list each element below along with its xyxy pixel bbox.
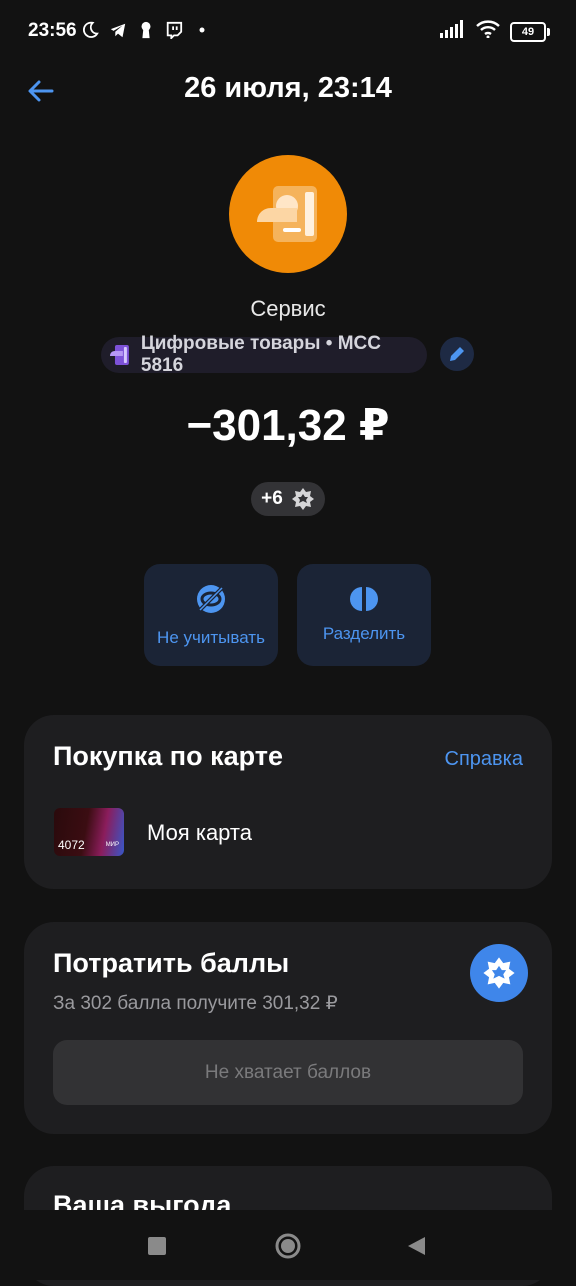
badge-star-icon [483, 957, 515, 989]
exclude-button[interactable]: Не учитывать [144, 564, 278, 666]
digital-goods-icon [257, 186, 317, 242]
exclude-label: Не учитывать [157, 628, 265, 647]
twitch-icon [164, 20, 184, 40]
card-name[interactable]: Моя карта [147, 820, 252, 846]
wifi-icon [476, 20, 500, 43]
split-icon [350, 587, 378, 611]
badge-star-icon [291, 488, 314, 510]
category-label: Цифровые товары • MCC 5816 [140, 333, 381, 376]
status-icons-right: 49 [440, 20, 550, 43]
status-bar: 23:56 49 [0, 0, 576, 64]
spend-points-subtitle: За 302 балла получите 301,32 ₽ [53, 993, 338, 1014]
split-button[interactable]: Разделить [297, 564, 431, 666]
card-number: 4072 [58, 838, 85, 852]
back-nav-icon[interactable] [405, 1235, 427, 1257]
edit-category-button[interactable] [440, 337, 474, 371]
bonus-value: +6 [261, 488, 283, 509]
dot-icon [192, 20, 212, 40]
merchant-avatar [229, 155, 347, 273]
not-enough-points-button[interactable]: Не хватает баллов [53, 1040, 523, 1105]
card-brand: МИР [105, 842, 119, 848]
telegram-icon [108, 20, 128, 40]
home-icon[interactable] [275, 1233, 301, 1259]
recents-icon[interactable] [148, 1237, 166, 1255]
bank-card-thumbnail[interactable]: 4072 МИР [54, 808, 124, 856]
split-label: Разделить [322, 624, 406, 643]
points-badge [470, 944, 528, 1002]
merchant-name: Сервис [250, 296, 326, 321]
system-nav-bar [0, 1210, 576, 1280]
digital-goods-small-icon [109, 345, 129, 365]
status-icons-left [80, 20, 212, 40]
purchase-card-title: Покупка по карте [53, 741, 283, 771]
keyhole-icon [136, 20, 156, 40]
transaction-amount: −301,32 ₽ [186, 401, 390, 450]
help-link[interactable]: Справка [445, 748, 523, 771]
spend-points-title: Потратить баллы [53, 948, 290, 978]
signal-icon [440, 20, 466, 43]
category-chip[interactable]: Цифровые товары • MCC 5816 [101, 333, 427, 376]
purchase-card-section: Покупка по карте Справка Моя карта [24, 715, 552, 889]
moon-icon [80, 20, 100, 40]
battery-icon: 49 [510, 21, 550, 42]
page-title: 26 июля, 23:14 [184, 72, 392, 104]
pencil-icon [450, 347, 464, 361]
bonus-points-badge[interactable]: +6 [251, 482, 325, 516]
status-time: 23:56 [28, 20, 77, 41]
eye-off-icon [197, 585, 225, 613]
